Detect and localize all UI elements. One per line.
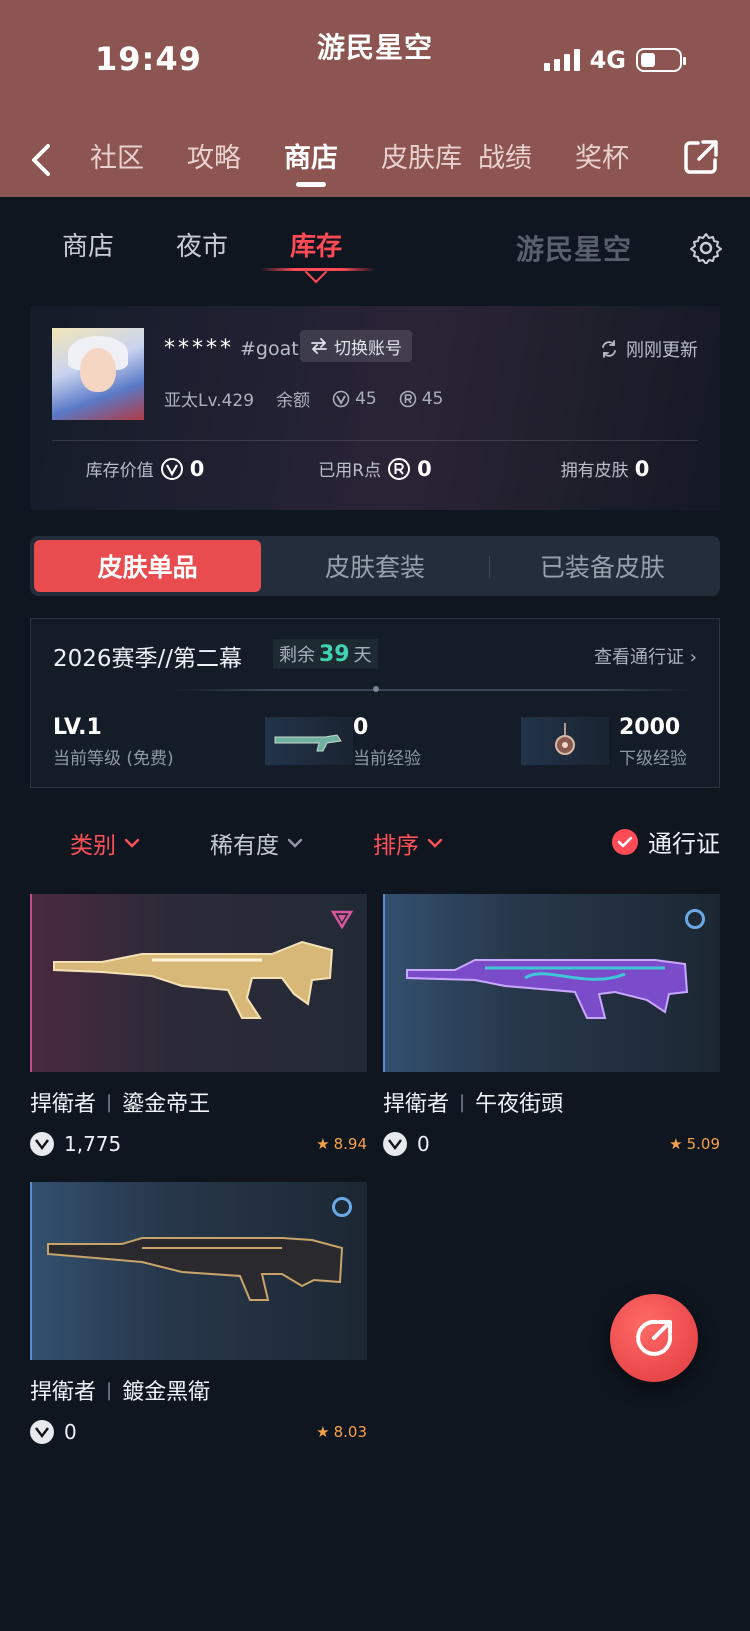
star-icon: ★ (316, 1423, 330, 1441)
skin-name: 捍衛者 | 鍍金黑衛 (30, 1379, 211, 1406)
skin-segment-control: 皮肤单品 皮肤套装 已装备皮肤 (30, 536, 720, 596)
chevron-down-icon (124, 838, 140, 848)
rarity-triangle-icon (331, 910, 353, 930)
season-remaining: 剩余 39 天 (273, 639, 378, 669)
region-level: 亚太Lv.429 (164, 391, 255, 411)
account-meta: 亚太Lv.429 余额 45 45 (164, 386, 444, 412)
user-tag: #goat (240, 338, 299, 360)
rp-icon (399, 390, 416, 407)
top-nav: 社区 攻略 商店 皮肤库 战绩 奖杯 (0, 130, 750, 190)
switch-account-button[interactable]: 切换账号 (300, 330, 412, 362)
filter-category[interactable]: 类别 (70, 826, 140, 860)
rifle-gold-icon (53, 940, 334, 1019)
skin-price: 0 (30, 1420, 77, 1444)
refresh-icon (602, 340, 616, 358)
skin-card[interactable]: 捍衛者 | 鎏金帝王 1,775 ★ 8.94 (30, 894, 367, 1156)
skin-image (383, 894, 720, 1072)
stat-inventory-value: 库存价值 0 (85, 456, 205, 482)
pass-filter-toggle[interactable]: 通行证 (612, 824, 720, 859)
share-icon[interactable] (682, 138, 720, 176)
skin-rating: ★ 5.09 (669, 1135, 720, 1153)
skin-rating: ★ 8.94 (316, 1135, 367, 1153)
tab-skin-library[interactable]: 皮肤库 (381, 136, 478, 175)
username: ***** (164, 336, 234, 361)
share-fab-button[interactable] (610, 1294, 698, 1382)
current-level: LV.1 当前等级 (免费) (53, 715, 174, 769)
rp-icon (388, 457, 411, 480)
next-level-exp: 2000 下级经验 (619, 715, 687, 769)
back-icon[interactable] (26, 140, 56, 180)
reward-gun-thumbnail (265, 717, 353, 765)
stat-used-rp: 已用R点 0 (318, 456, 432, 482)
reward-charm-thumbnail (521, 717, 609, 765)
stat-owned-skins: 拥有皮肤 0 (560, 456, 650, 482)
skin-name: 捍衛者 | 鎏金帝王 (30, 1091, 211, 1118)
vp-icon (383, 1132, 407, 1156)
tab-community[interactable]: 社区 (90, 136, 187, 175)
vp-icon (160, 457, 183, 480)
star-icon: ★ (669, 1135, 683, 1153)
refresh-button[interactable]: 刚刚更新 (600, 336, 698, 362)
rifle-neon-icon (406, 959, 689, 1019)
tab-store[interactable]: 商店 (284, 136, 381, 187)
current-exp: 0 当前经验 (353, 715, 421, 769)
tab-guides[interactable]: 攻略 (187, 136, 284, 175)
shotgun-icon (274, 734, 342, 752)
skin-rating: ★ 8.03 (316, 1423, 367, 1441)
refresh-label: 刚刚更新 (626, 340, 698, 361)
profile-card: ***** #goat 切换账号 刚刚更新 亚太Lv.429 余额 45 45 … (30, 306, 720, 510)
chevron-down-icon (427, 838, 443, 848)
skin-image (30, 1182, 367, 1360)
check-icon (612, 828, 638, 855)
tab-trophy[interactable]: 奖杯 (575, 136, 672, 175)
signal-icon (543, 49, 580, 71)
gear-icon[interactable] (690, 232, 722, 264)
segment-equipped-skins[interactable]: 已装备皮肤 (488, 540, 716, 592)
star-icon: ★ (316, 1135, 330, 1153)
skin-price: 0 (383, 1132, 430, 1156)
vp-balance: 45 (355, 388, 377, 409)
filter-rarity[interactable]: 稀有度 (210, 826, 303, 860)
switch-account-label: 切换账号 (334, 338, 402, 359)
filter-bar: 类别 稀有度 排序 (70, 826, 443, 860)
chevron-right-icon: › (689, 647, 697, 668)
rarity-circle-icon (685, 909, 705, 929)
brand-watermark: 游民星空 (515, 233, 632, 266)
battery-icon (636, 48, 686, 72)
season-pass-card: 2026赛季//第二幕 剩余 39 天 查看通行证 › LV.1 当前等级 (免… (30, 618, 720, 788)
vp-icon (30, 1132, 54, 1156)
rp-balance: 45 (421, 388, 444, 409)
vp-icon (30, 1420, 54, 1444)
segment-single-skins[interactable]: 皮肤单品 (34, 540, 262, 592)
share-arrow-icon (636, 1319, 673, 1356)
inventory-stats: 库存价值 0 已用R点 0 拥有皮肤 0 (30, 456, 720, 482)
status-indicators: 4G (543, 46, 686, 74)
rarity-circle-icon (332, 1197, 352, 1217)
sub-tabs: 商店 夜市 库存 (62, 226, 404, 271)
skin-price: 1,775 (30, 1132, 121, 1156)
subtab-store[interactable]: 商店 (62, 226, 114, 263)
skin-card[interactable]: 捍衛者 | 鍍金黑衛 0 ★ 8.03 (30, 1182, 367, 1444)
rifle-black-gold-icon (47, 1237, 344, 1301)
charm-icon (555, 723, 575, 755)
skin-card[interactable]: 捍衛者 | 午夜街頭 0 ★ 5.09 (383, 894, 720, 1156)
vp-icon (332, 390, 350, 407)
season-title: 2026赛季//第二幕 (53, 646, 243, 672)
avatar[interactable] (52, 328, 144, 420)
remaining-days: 39 (319, 641, 350, 667)
balance-label: 余额 (276, 391, 311, 411)
subtab-inventory[interactable]: 库存 (260, 226, 377, 271)
skin-image (30, 894, 367, 1072)
subtab-night-market[interactable]: 夜市 (176, 226, 228, 263)
chevron-down-icon (287, 838, 303, 848)
filter-sort[interactable]: 排序 (373, 826, 443, 860)
segment-skin-bundles[interactable]: 皮肤套装 (261, 540, 488, 592)
top-header: 19:49 游民星空 4G 社区 攻略 商店 皮肤库 战绩 奖杯 (0, 0, 750, 197)
view-pass-link[interactable]: 查看通行证 › (594, 643, 697, 669)
skin-name: 捍衛者 | 午夜街頭 (383, 1091, 564, 1118)
tab-record[interactable]: 战绩 (478, 136, 575, 175)
network-type: 4G (589, 46, 626, 74)
switch-icon (311, 338, 327, 354)
